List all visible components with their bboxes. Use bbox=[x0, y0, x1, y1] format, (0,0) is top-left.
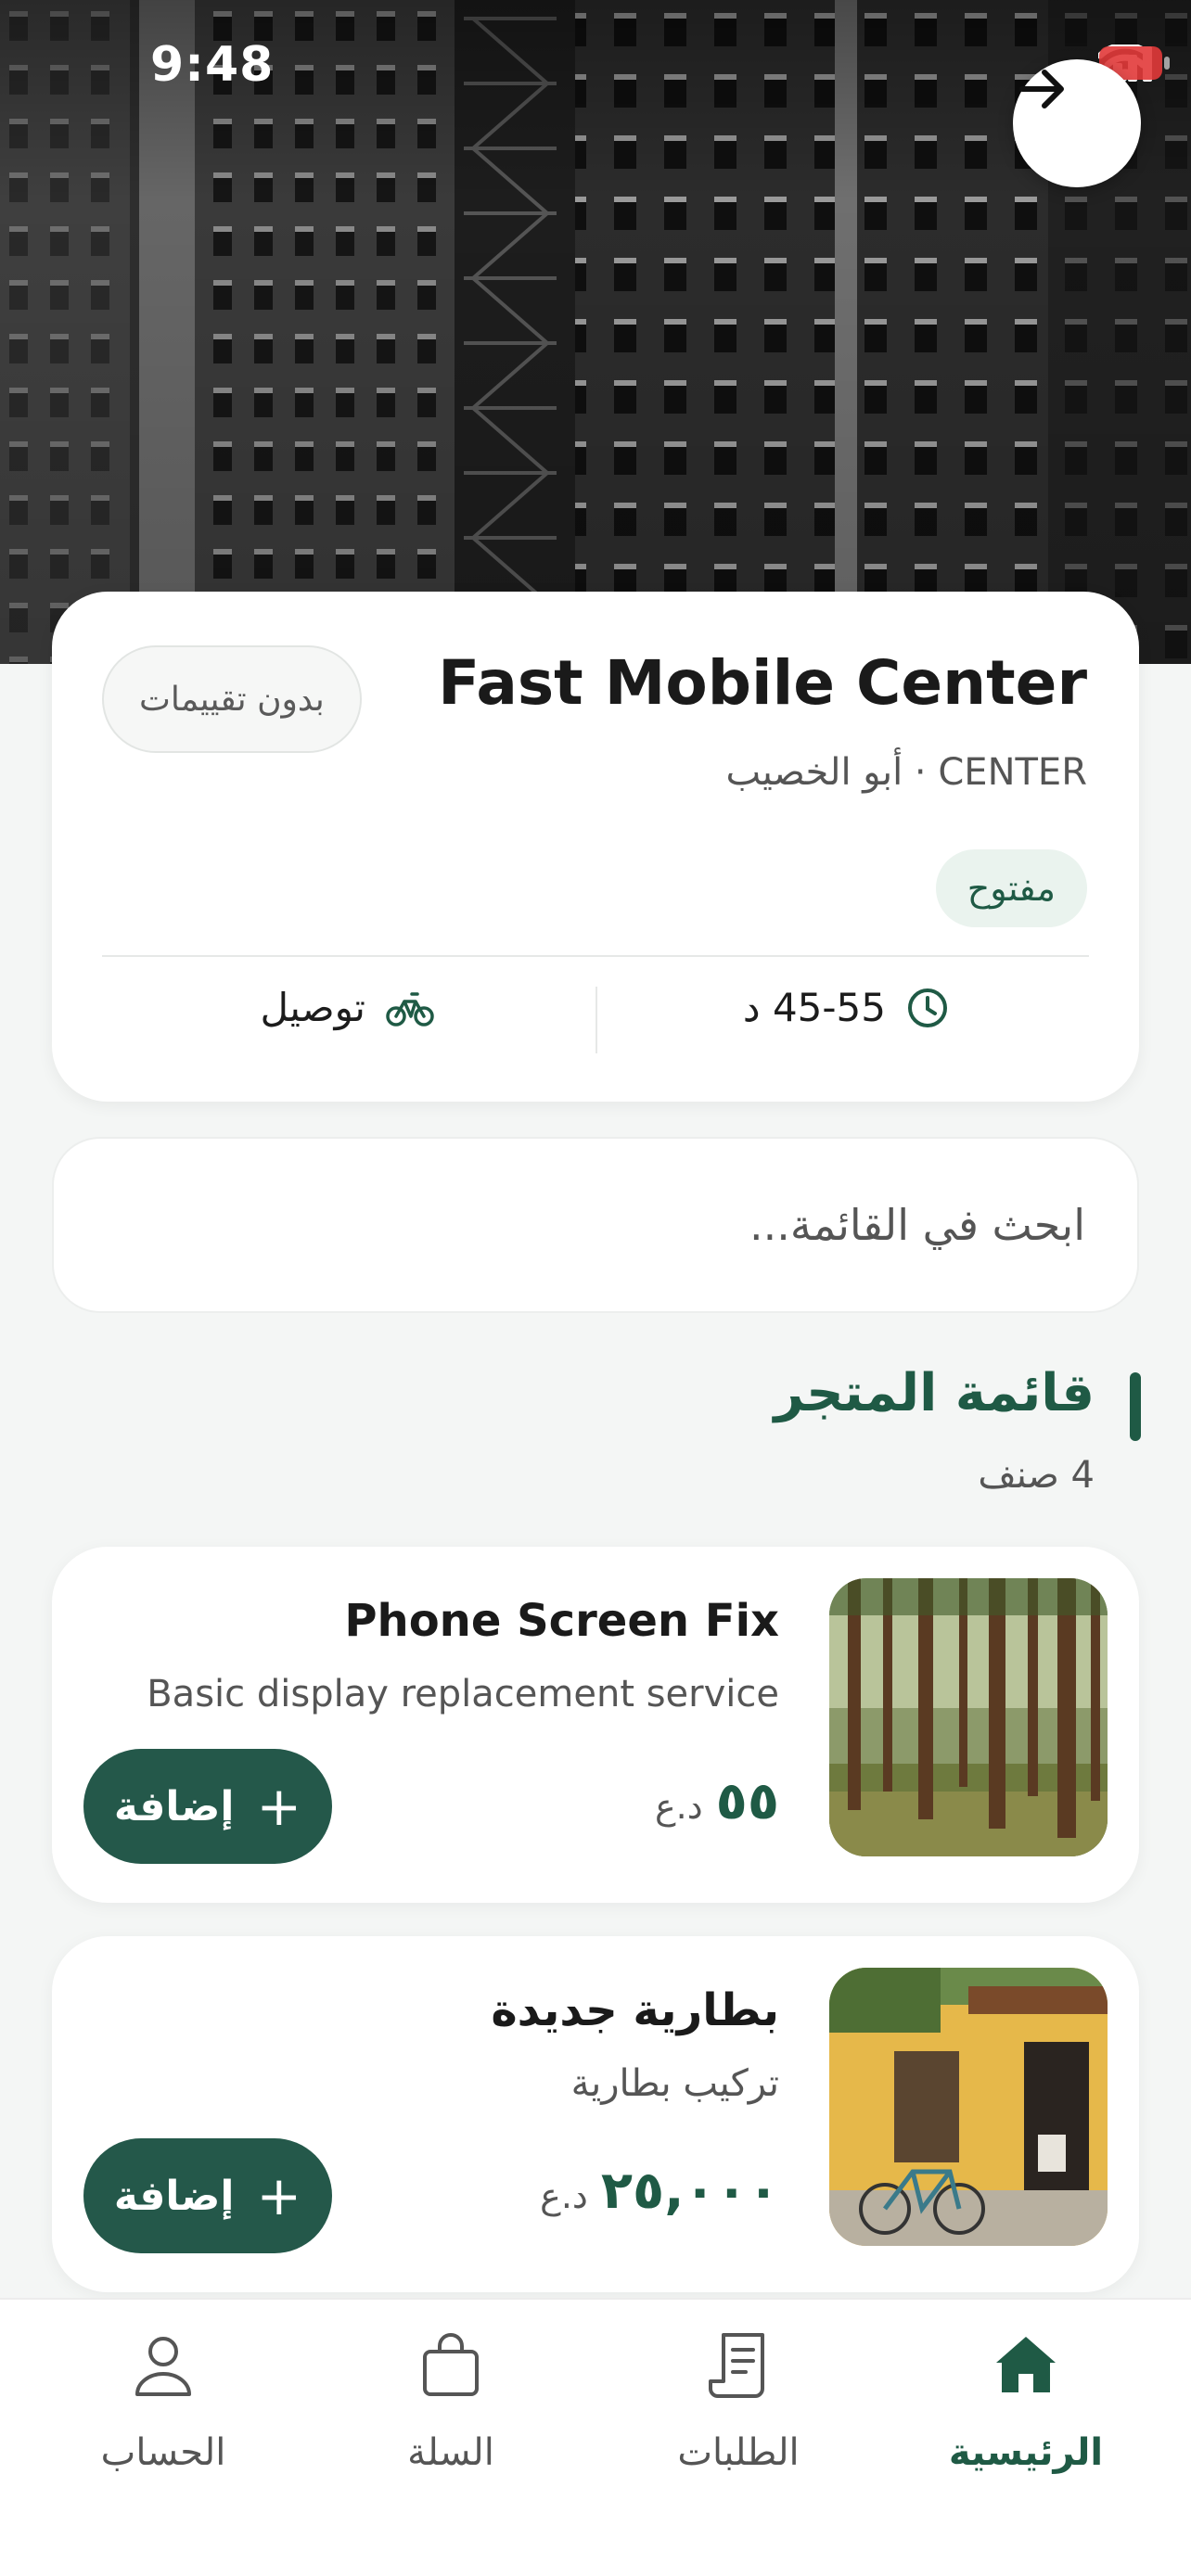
status-time: 9:48 bbox=[150, 37, 275, 93]
store-info-card: Fast Mobile Center بدون تقييمات CENTER ·… bbox=[52, 592, 1139, 1102]
delivery-method: توصيل bbox=[260, 985, 434, 1030]
product-price: ٢٥,٠٠٠ د.ع bbox=[540, 2161, 779, 2221]
plus-icon: + bbox=[256, 1775, 302, 1838]
user-icon bbox=[135, 2337, 191, 2396]
tab-cart[interactable]: السلة bbox=[339, 2327, 562, 2474]
tab-cart-label: السلة bbox=[407, 2431, 494, 2474]
meta-separator bbox=[596, 987, 597, 1053]
store-location: CENTER · أبو الخصيب bbox=[725, 751, 1087, 794]
price-currency: د.ع bbox=[540, 2175, 588, 2216]
open-status-badge: مفتوح bbox=[935, 849, 1087, 927]
store-screen: 9:48 Fast Mobile Center بدون تقييمات CEN… bbox=[0, 0, 1191, 2576]
clock-icon bbox=[908, 988, 947, 1027]
bag-icon bbox=[423, 2333, 479, 2396]
search-input[interactable] bbox=[106, 1200, 1085, 1250]
menu-item-card[interactable]: Phone Screen Fix Basic display replaceme… bbox=[52, 1547, 1139, 1903]
add-button-label: إضافة bbox=[113, 2172, 235, 2220]
receipt-icon bbox=[709, 2333, 764, 2398]
forest-photo bbox=[829, 1578, 1108, 1856]
delivery-time: 45-55 د bbox=[743, 985, 949, 1030]
product-description: Basic display replacement service bbox=[147, 1673, 779, 1715]
yellow-house-bicycle-photo bbox=[829, 1968, 1108, 2246]
add-button-label: إضافة bbox=[113, 1782, 235, 1830]
menu-item-count: 4 صنف bbox=[978, 1454, 1095, 1497]
rating-badge: بدون تقييمات bbox=[102, 645, 362, 753]
price-value: ٢٥,٠٠٠ bbox=[600, 2161, 779, 2221]
tab-account[interactable]: الحساب bbox=[52, 2327, 275, 2474]
menu-section-title: قائمة المتجر bbox=[774, 1363, 1095, 1423]
price-value: ٥٥ bbox=[715, 1771, 779, 1831]
delivery-time-text: 45-55 د bbox=[742, 985, 886, 1030]
product-image bbox=[829, 1578, 1108, 1856]
store-cover-image: 9:48 bbox=[0, 0, 1191, 664]
tab-orders[interactable]: الطلبات bbox=[627, 2327, 850, 2474]
product-price: ٥٥ د.ع bbox=[655, 1771, 779, 1831]
arrow-right-icon bbox=[1019, 70, 1064, 108]
product-description: تركيب بطارية bbox=[570, 2062, 779, 2105]
add-to-cart-button[interactable]: + إضافة bbox=[83, 1749, 332, 1864]
store-name: Fast Mobile Center bbox=[438, 647, 1087, 719]
home-icon bbox=[996, 2337, 1056, 2392]
tab-orders-label: الطلبات bbox=[677, 2431, 800, 2474]
product-name: بطارية جديدة bbox=[491, 1984, 779, 2036]
tab-home-label: الرئيسية bbox=[948, 2431, 1104, 2474]
price-currency: د.ع bbox=[654, 1786, 703, 1827]
tab-home[interactable]: الرئيسية bbox=[915, 2327, 1137, 2474]
menu-item-card[interactable]: بطارية جديدة تركيب بطارية ٢٥,٠٠٠ د.ع + إ… bbox=[52, 1936, 1139, 2292]
menu-search[interactable] bbox=[52, 1137, 1139, 1313]
divider bbox=[102, 955, 1089, 957]
tab-account-label: الحساب bbox=[100, 2431, 226, 2474]
add-to-cart-button[interactable]: + إضافة bbox=[83, 2138, 332, 2253]
section-accent-bar bbox=[1130, 1372, 1141, 1441]
product-name: Phone Screen Fix bbox=[344, 1595, 779, 1647]
bicycle-icon bbox=[386, 991, 434, 1027]
bottom-tab-bar: الرئيسية الطلبات السلة الحساب bbox=[0, 2298, 1191, 2576]
plus-icon: + bbox=[256, 2164, 302, 2227]
back-button[interactable] bbox=[1013, 59, 1141, 187]
product-image bbox=[829, 1968, 1108, 2246]
delivery-label: توصيل bbox=[260, 985, 365, 1030]
